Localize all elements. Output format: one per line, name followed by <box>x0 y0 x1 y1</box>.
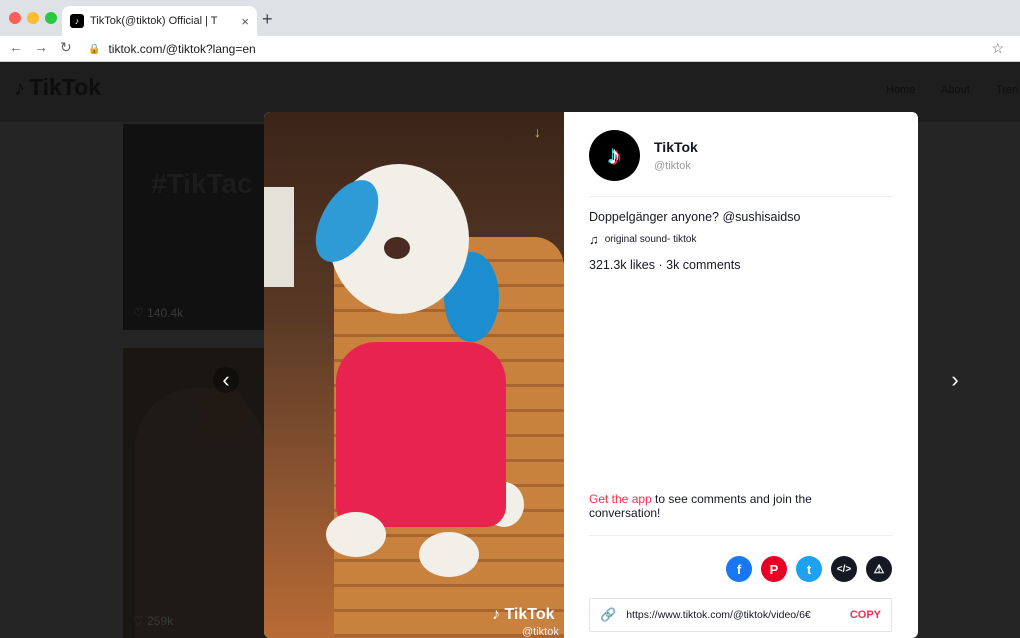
video-watermark: ♪ TikTok <box>492 606 555 623</box>
divider <box>589 535 893 536</box>
twitter-share-icon[interactable]: t <box>796 556 822 582</box>
minimize-window-button[interactable] <box>27 12 39 24</box>
browser-toolbar: ← → ↻ 🔒 tiktok.com/@tiktok?lang=en ☆ <box>0 36 1020 62</box>
tab-close-icon[interactable]: × <box>241 14 249 29</box>
tiktok-page: ♪ TikTok Home About Tren #TikTac ♡ 140.4… <box>0 62 1020 638</box>
background-video-card[interactable]: ♡ 259k <box>123 348 273 638</box>
share-buttons: f P t </> ⚠ <box>726 556 892 582</box>
video-modal: ↓ ♪ TikTok @tiktok ♪ TikTok @tiktok Dopp… <box>264 112 918 638</box>
tiktok-note-icon: ♪ <box>14 74 25 100</box>
video-dog-paw <box>326 512 386 557</box>
card-likes: ♡ 140.4k <box>133 306 184 320</box>
card-hashtag: #TikTac <box>151 168 253 199</box>
get-app-link[interactable]: Get the app <box>589 492 652 506</box>
tiktok-avatar-icon: ♪ <box>608 140 621 170</box>
nav-home[interactable]: Home <box>886 84 915 96</box>
lock-icon: 🔒 <box>88 43 101 55</box>
next-video-arrow-icon[interactable]: › <box>942 367 968 393</box>
copy-link-button[interactable]: COPY <box>850 609 881 621</box>
forward-icon[interactable]: → <box>34 39 48 55</box>
close-window-button[interactable] <box>9 12 21 24</box>
facebook-share-icon[interactable]: f <box>726 556 752 582</box>
address-bar[interactable]: 🔒 tiktok.com/@tiktok?lang=en <box>88 39 1008 59</box>
back-icon[interactable]: ← <box>9 39 23 55</box>
previous-video-arrow-icon[interactable]: ‹ <box>213 367 239 393</box>
embed-code-icon[interactable]: </> <box>831 556 857 582</box>
new-tab-button[interactable]: + <box>262 9 273 30</box>
author-handle[interactable]: @tiktok <box>654 160 691 172</box>
video-lamp <box>264 187 294 287</box>
video-player[interactable]: ↓ ♪ TikTok @tiktok <box>264 112 564 638</box>
pinterest-share-icon[interactable]: P <box>761 556 787 582</box>
copy-link-box: 🔗 https://www.tiktok.com/@tiktok/video/6… <box>589 598 892 632</box>
download-icon[interactable]: ↓ <box>534 124 541 140</box>
video-watermark-handle: @tiktok <box>522 626 559 638</box>
video-dog-shirt <box>336 342 506 527</box>
background-video-card[interactable]: #TikTac ♡ 140.4k <box>123 124 273 330</box>
maximize-window-button[interactable] <box>45 12 57 24</box>
card-thumbnail-head <box>198 386 248 446</box>
bookmark-star-icon[interactable]: ☆ <box>991 40 1004 57</box>
post-stats: 321.3k likes · 3k comments <box>589 258 741 272</box>
url-text[interactable]: tiktok.com/@tiktok?lang=en <box>108 42 255 56</box>
video-dog-nose <box>384 237 410 259</box>
browser-tab[interactable]: ♪ TikTok(@tiktok) Official | T × <box>62 6 257 36</box>
post-caption: Doppelgänger anyone? @sushisaidso <box>589 210 801 224</box>
link-icon: 🔗 <box>600 607 617 622</box>
card-likes: ♡ 259k <box>133 614 174 628</box>
tiktok-logo[interactable]: ♪ TikTok <box>14 74 101 101</box>
author-name[interactable]: TikTok <box>654 139 698 155</box>
tab-title: TikTok(@tiktok) Official | T <box>90 15 218 27</box>
video-dog-paw <box>419 532 479 577</box>
nav-about[interactable]: About <box>941 84 970 96</box>
browser-tabstrip: ♪ TikTok(@tiktok) Official | T × + <box>0 0 1020 36</box>
tiktok-favicon-icon: ♪ <box>70 14 84 28</box>
music-row[interactable]: ♫ original sound- tiktok <box>589 232 696 247</box>
post-info-panel: ♪ TikTok @tiktok Doppelgänger anyone? @s… <box>564 112 918 638</box>
logo-text: TikTok <box>29 74 101 100</box>
nav-trending[interactable]: Tren <box>996 84 1018 96</box>
report-warning-icon[interactable]: ⚠ <box>866 556 892 582</box>
avatar[interactable]: ♪ <box>589 130 640 181</box>
video-link-url[interactable]: https://www.tiktok.com/@tiktok/video/6€ <box>626 609 836 621</box>
music-note-icon: ♫ <box>589 232 599 247</box>
divider <box>589 196 893 197</box>
reload-icon[interactable]: ↻ <box>60 39 72 56</box>
music-title: original sound- tiktok <box>604 234 697 245</box>
comments-cta: Get the app to see comments and join the… <box>589 492 869 520</box>
